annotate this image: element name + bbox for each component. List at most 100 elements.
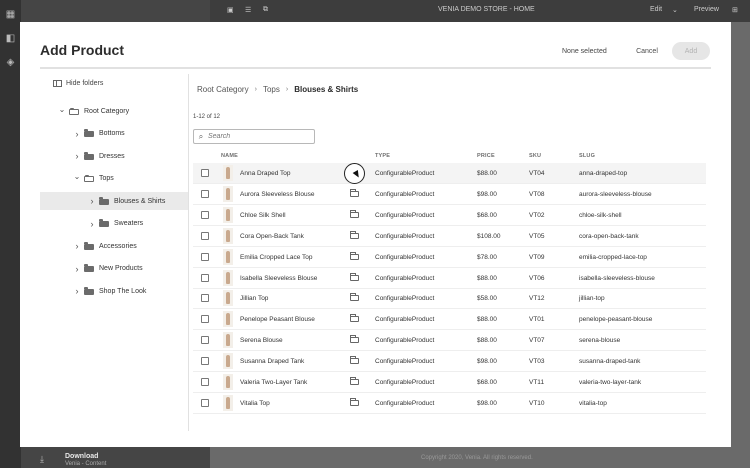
chevron-down-icon[interactable]: ⌄ — [672, 6, 678, 14]
chevron-down-icon[interactable]: ⌄ — [58, 105, 66, 114]
product-name: Jillian Top — [240, 295, 269, 303]
folder-icon[interactable] — [350, 314, 359, 323]
product-type: ConfigurableProduct — [375, 253, 435, 261]
edit-button[interactable]: Edit — [650, 6, 662, 13]
product-sku: VT01 — [529, 316, 545, 324]
breadcrumb-item[interactable]: Root Category — [197, 85, 249, 94]
table-row[interactable]: Jillian Top ConfigurableProduct $58.00 VT12… — [193, 288, 706, 310]
table-row[interactable]: Aurora Sleeveless Blouse ConfigurableProd… — [193, 184, 706, 205]
row-checkbox[interactable] — [201, 315, 209, 324]
add-product-dialog: Add Product None selected Cancel Add Hid… — [20, 22, 731, 447]
product-price: $98.00 — [477, 190, 497, 198]
table-row[interactable]: Susanna Draped Tank ConfigurableProduct $9… — [193, 351, 706, 373]
tree-item-label: Blouses & Shirts — [114, 197, 166, 205]
chevron-right-icon[interactable]: › — [73, 264, 81, 274]
product-thumbnail — [223, 394, 233, 411]
row-checkbox[interactable] — [201, 210, 209, 219]
tree-item[interactable]: › Blouses & Shirts — [40, 192, 189, 210]
chevron-down-icon[interactable]: ⌄ — [73, 172, 81, 181]
row-checkbox[interactable] — [201, 189, 209, 198]
folder-icon[interactable] — [350, 188, 359, 197]
chevron-right-icon[interactable]: › — [88, 219, 96, 229]
folder-icon[interactable] — [350, 356, 359, 365]
assets-icon[interactable]: ◧ — [5, 33, 16, 44]
add-button[interactable]: Add — [672, 42, 710, 60]
table-header: NAME TYPE PRICE SKU SLUG — [193, 152, 706, 162]
tree-item[interactable]: › Bottoms — [40, 125, 189, 143]
row-checkbox[interactable] — [201, 378, 209, 386]
folder-icon[interactable] — [350, 377, 359, 385]
row-checkbox[interactable] — [201, 294, 209, 303]
product-name: Penelope Peasant Blouse — [240, 316, 315, 324]
row-checkbox[interactable] — [201, 357, 209, 366]
folder-icon[interactable] — [350, 335, 359, 344]
table-row[interactable]: Emilia Cropped Lace Top ConfigurableProdu… — [193, 247, 706, 268]
panel-toggle-icon[interactable]: ▣ — [227, 6, 234, 14]
folder-icon[interactable] — [350, 293, 359, 302]
row-checkbox[interactable] — [201, 273, 209, 282]
column-header-slug[interactable]: SLUG — [579, 153, 595, 159]
chevron-right-icon[interactable]: › — [73, 241, 81, 251]
hide-folders-button[interactable]: Hide folders — [53, 80, 103, 87]
row-checkbox[interactable] — [201, 169, 209, 177]
product-sku: VT12 — [529, 295, 545, 303]
column-header-type[interactable]: TYPE — [375, 153, 390, 159]
table-row[interactable]: Cora Open-Back Tank ConfigurableProduct $1… — [193, 226, 706, 247]
sidebar-toggle-icon — [53, 80, 62, 87]
chevron-right-icon[interactable]: › — [73, 286, 81, 296]
folder-icon[interactable] — [350, 251, 359, 260]
annotations-icon[interactable]: ⊞ — [732, 6, 738, 14]
table-row[interactable]: Anna Draped Top ConfigurableProduct $88.00… — [193, 163, 706, 184]
tree-item[interactable]: ⌄ Root Category — [40, 102, 189, 120]
breadcrumb-item[interactable]: Tops — [263, 85, 280, 94]
folder-icon[interactable] — [350, 272, 359, 281]
tree-item[interactable]: › Dresses — [40, 147, 189, 165]
tree-item[interactable]: › New Products — [40, 260, 189, 278]
row-checkbox[interactable] — [201, 231, 209, 240]
chevron-right-icon: › — [285, 86, 289, 93]
tree-item[interactable]: ⌄ Tops — [40, 170, 189, 188]
folder-icon — [99, 219, 109, 227]
table-row[interactable]: Valeria Two-Layer Tank ConfigurableProduc… — [193, 372, 706, 393]
column-header-price[interactable]: PRICE — [477, 153, 495, 159]
folder-icon[interactable] — [350, 230, 359, 239]
tree-item[interactable]: › Sweaters — [40, 215, 189, 233]
table-row[interactable]: Chloe Silk Shell ConfigurableProduct $68.0… — [193, 205, 706, 226]
table-row[interactable]: Isabella Sleeveless Blouse ConfigurablePr… — [193, 268, 706, 289]
download-sub: Venia - Content — [65, 461, 107, 467]
product-type: ConfigurableProduct — [375, 295, 435, 303]
layers-icon[interactable]: ◈ — [5, 57, 16, 68]
product-slug: cora-open-back-tank — [579, 232, 639, 240]
cursor-arrow-icon — [352, 169, 362, 180]
column-header-sku[interactable]: SKU — [529, 153, 541, 159]
search-input[interactable] — [208, 133, 308, 140]
row-checkbox[interactable] — [201, 398, 209, 407]
tree-item[interactable]: › Accessories — [40, 237, 189, 255]
folder-icon — [99, 196, 109, 205]
download-label[interactable]: Download — [65, 453, 98, 460]
folder-icon[interactable] — [350, 397, 359, 406]
chevron-right-icon[interactable]: › — [73, 151, 81, 161]
folder-icon[interactable] — [350, 209, 359, 218]
table-row[interactable]: Vitalia Top ConfigurableProduct $98.00 VT10… — [193, 393, 706, 414]
row-checkbox[interactable] — [201, 252, 209, 261]
download-icon: ⤓ — [40, 454, 44, 464]
tree-item[interactable]: › Shop The Look — [40, 282, 189, 300]
table-row[interactable]: Penelope Peasant Blouse ConfigurableProdu… — [193, 309, 706, 331]
product-sku: VT03 — [529, 358, 545, 366]
column-header-name[interactable]: NAME — [221, 153, 238, 159]
chevron-right-icon[interactable]: › — [88, 196, 96, 206]
product-price: $78.00 — [477, 253, 497, 261]
pages-icon[interactable]: ▦ — [5, 9, 16, 20]
emulator-icon[interactable]: ⧉ — [263, 6, 268, 14]
properties-icon[interactable]: ☰ — [245, 6, 251, 14]
row-checkbox[interactable] — [201, 336, 209, 345]
copyright: Copyright 2020, Venia. All rights reserv… — [421, 455, 533, 461]
product-table: Anna Draped Top ConfigurableProduct $88.00… — [193, 163, 706, 431]
table-row[interactable]: Serena Blouse ConfigurableProduct $88.00 VT… — [193, 330, 706, 352]
cursor-highlight — [344, 163, 365, 184]
chevron-right-icon[interactable]: › — [73, 129, 81, 139]
header-divider — [40, 67, 711, 69]
cancel-button[interactable]: Cancel — [628, 42, 666, 60]
preview-button[interactable]: Preview — [694, 6, 719, 13]
